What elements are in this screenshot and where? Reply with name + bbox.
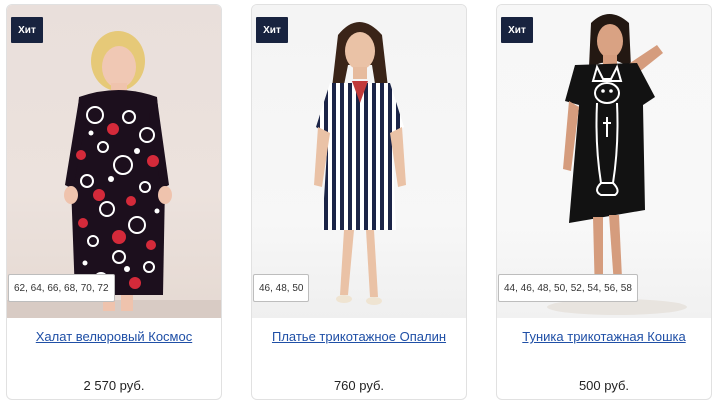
robe-model-illustration bbox=[7, 31, 221, 318]
product-grid: Хит 62, 64, 66, 68, 70, 72 Халат велюров… bbox=[0, 0, 720, 405]
hit-badge: Хит bbox=[256, 17, 288, 43]
product-card[interactable]: Хит 62, 64, 66, 68, 70, 72 Халат велюров… bbox=[6, 4, 222, 400]
hit-badge: Хит bbox=[11, 17, 43, 43]
product-price: 500 руб. bbox=[578, 378, 630, 393]
product-name-link[interactable]: Халат велюровый Космос bbox=[7, 329, 221, 344]
sizes-label: 44, 46, 48, 50, 52, 54, 56, 58 bbox=[498, 274, 638, 302]
striped-dress-model-illustration bbox=[314, 22, 406, 305]
product-photo[interactable]: Хит 62, 64, 66, 68, 70, 72 bbox=[7, 5, 221, 318]
sizes-label: 62, 64, 66, 68, 70, 72 bbox=[8, 274, 115, 302]
product-card[interactable]: Хит 46, 48, 50 Платье трикотажное Опалин… bbox=[251, 4, 467, 400]
product-name-link[interactable]: Туника трикотажная Кошка bbox=[497, 329, 711, 344]
cat-tunic-model-illustration bbox=[547, 14, 687, 315]
product-photo[interactable]: Хит 46, 48, 50 bbox=[252, 5, 466, 318]
product-name-link[interactable]: Платье трикотажное Опалин bbox=[252, 329, 466, 344]
hit-badge: Хит bbox=[501, 17, 533, 43]
product-price: 2 570 руб. bbox=[83, 378, 145, 393]
sizes-label: 46, 48, 50 bbox=[253, 274, 310, 302]
product-photo[interactable]: Хит 44, 46, 48, 50, 52, 54, 56, 58 bbox=[497, 5, 711, 318]
product-price: 760 руб. bbox=[333, 378, 385, 393]
product-card[interactable]: Хит 44, 46, 48, 50, 52, 54, 56, 58 Туник… bbox=[496, 4, 712, 400]
